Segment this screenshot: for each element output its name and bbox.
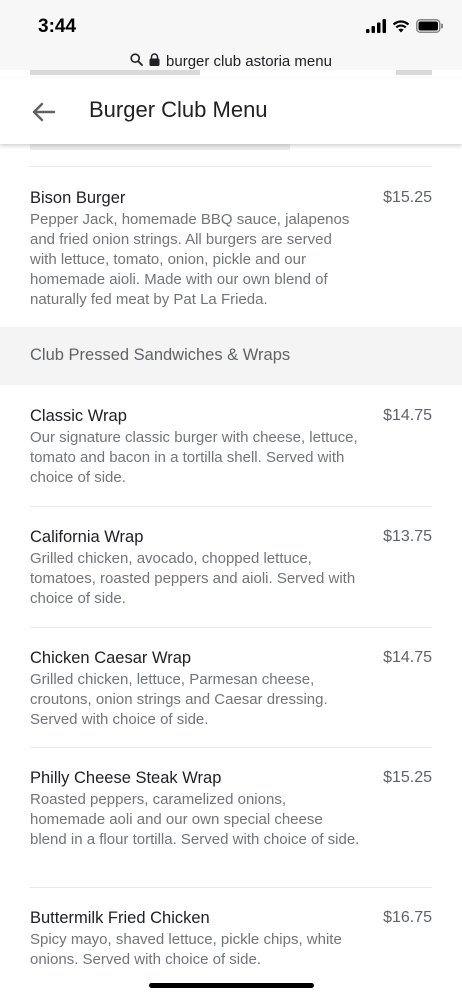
menu-item-price: $16.75 [383,909,432,926]
home-indicator[interactable] [149,983,314,988]
page-title: Burger Club Menu [89,97,268,122]
status-time: 3:44 [38,16,77,37]
menu-item-price: $15.25 [383,189,432,206]
menu-item-price: $15.25 [383,769,432,786]
menu-item[interactable]: Chicken Caesar Wrap $14.75 Grilled chick… [30,648,432,730]
menu-item[interactable]: Philly Cheese Steak Wrap $15.25 Roasted … [30,768,432,850]
signal-icon [366,18,386,38]
menu-item-name: California Wrap [30,528,144,546]
menu-item-description: Our signature classic burger with cheese… [30,429,358,486]
divider [30,627,432,628]
menu-item-name: Buttermilk Fried Chicken [30,909,210,927]
wifi-icon [392,19,410,38]
menu-item-name: Philly Cheese Steak Wrap [30,769,222,787]
menu-item-description: Pepper Jack, homemade BBQ sauce, jalapen… [30,211,350,308]
divider [30,887,432,888]
divider [30,747,432,748]
menu-item-description: Grilled chicken, lettuce, Parmesan chees… [30,671,328,728]
menu-item-price: $13.75 [383,528,432,545]
menu-item-description: Spicy mayo, shaved lettuce, pickle chips… [30,931,342,968]
section-header: Club Pressed Sandwiches & Wraps [0,327,462,385]
menu-item[interactable]: Buttermilk Fried Chicken $16.75 Spicy ma… [30,908,432,970]
menu-item[interactable]: Classic Wrap $14.75 Our signature classi… [30,406,432,488]
partially-hidden-text [30,144,290,150]
menu-list[interactable]: Bison Burger $15.25 Pepper Jack, homemad… [0,144,462,1000]
divider [30,506,432,507]
search-icon [130,52,143,70]
app-header: Burger Club Menu [0,78,462,144]
divider [30,166,432,167]
address-bar-text: burger club astoria menu [166,52,332,70]
menu-item-price: $14.75 [383,649,432,666]
menu-item-name: Chicken Caesar Wrap [30,649,192,667]
menu-item-description: Roasted peppers, caramelized onions, hom… [30,791,360,848]
menu-item-name: Classic Wrap [30,407,127,425]
lock-icon [149,52,160,70]
status-icons [366,18,444,38]
menu-item[interactable]: Bison Burger $15.25 Pepper Jack, homemad… [30,188,432,310]
menu-item-price: $14.75 [383,407,432,424]
menu-item[interactable]: California Wrap $13.75 Grilled chicken, … [30,527,432,609]
menu-item-description: Grilled chicken, avocado, chopped lettuc… [30,550,356,607]
section-title: Club Pressed Sandwiches & Wraps [30,346,291,364]
battery-icon [416,18,444,38]
back-arrow-icon[interactable] [28,97,58,127]
menu-item-name: Bison Burger [30,189,126,207]
status-bar: 3:44 [0,0,462,44]
